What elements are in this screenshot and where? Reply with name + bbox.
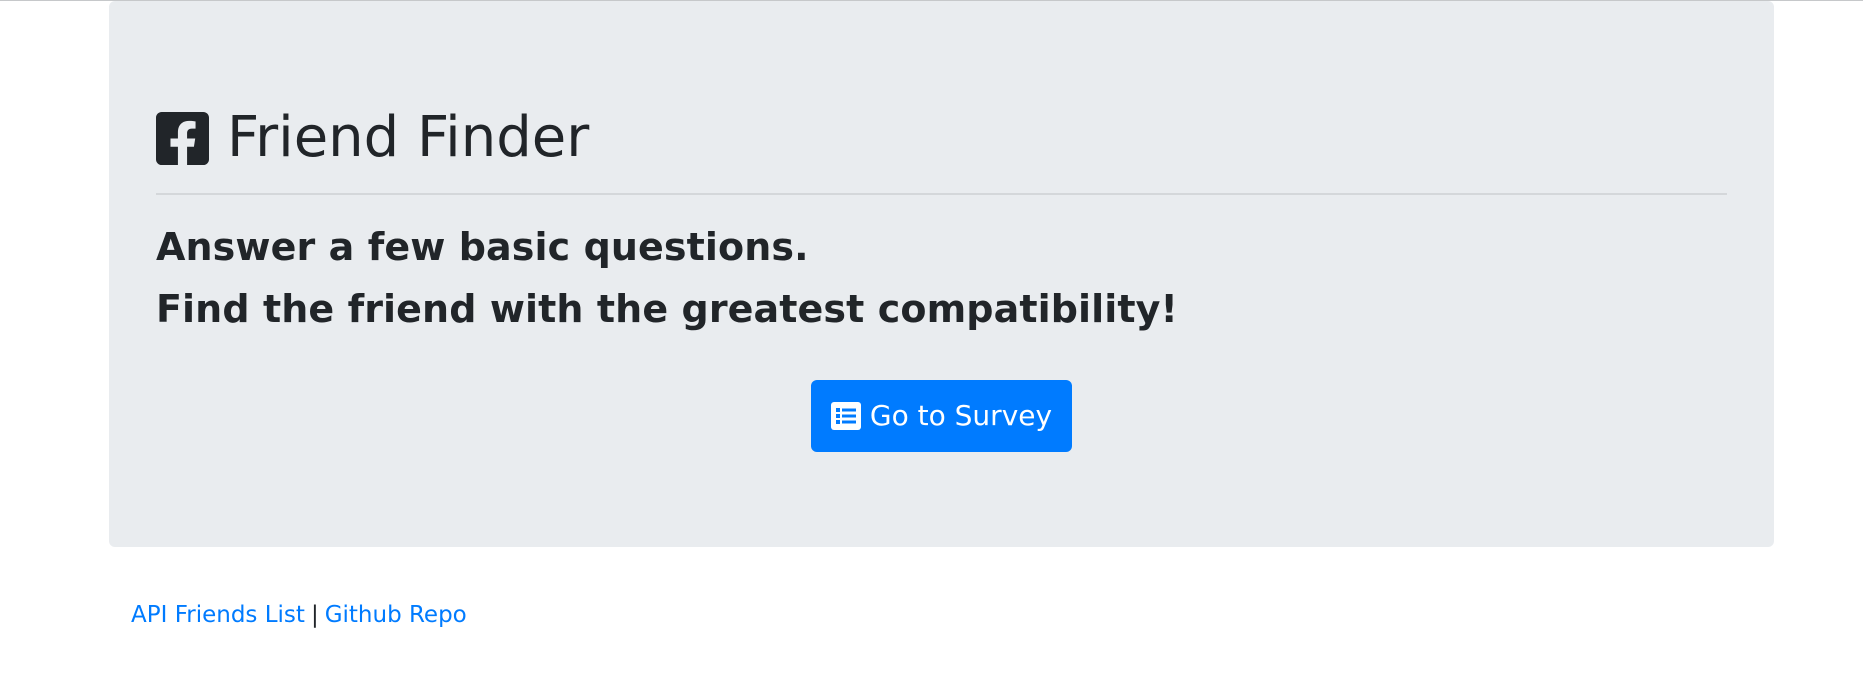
footer-separator: | <box>310 602 319 628</box>
footer: API Friends List | Github Repo <box>131 598 467 632</box>
facebook-square-icon <box>156 111 209 165</box>
go-to-survey-button[interactable]: Go to Survey <box>811 380 1072 452</box>
page-title: Friend Finder <box>227 105 590 170</box>
list-alt-icon <box>830 402 861 430</box>
lead-text-line-1: Answer a few basic questions. <box>156 225 809 269</box>
api-friends-list-link[interactable]: API Friends List <box>131 602 305 628</box>
github-repo-link[interactable]: Github Repo <box>325 602 467 628</box>
divider <box>156 193 1727 195</box>
lead-text-line-2: Find the friend with the greatest compat… <box>156 287 1178 331</box>
page-title-row: Friend Finder <box>156 107 589 169</box>
jumbotron: Friend Finder Answer a few basic questio… <box>109 1 1774 547</box>
go-to-survey-label: Go to Survey <box>869 399 1053 432</box>
